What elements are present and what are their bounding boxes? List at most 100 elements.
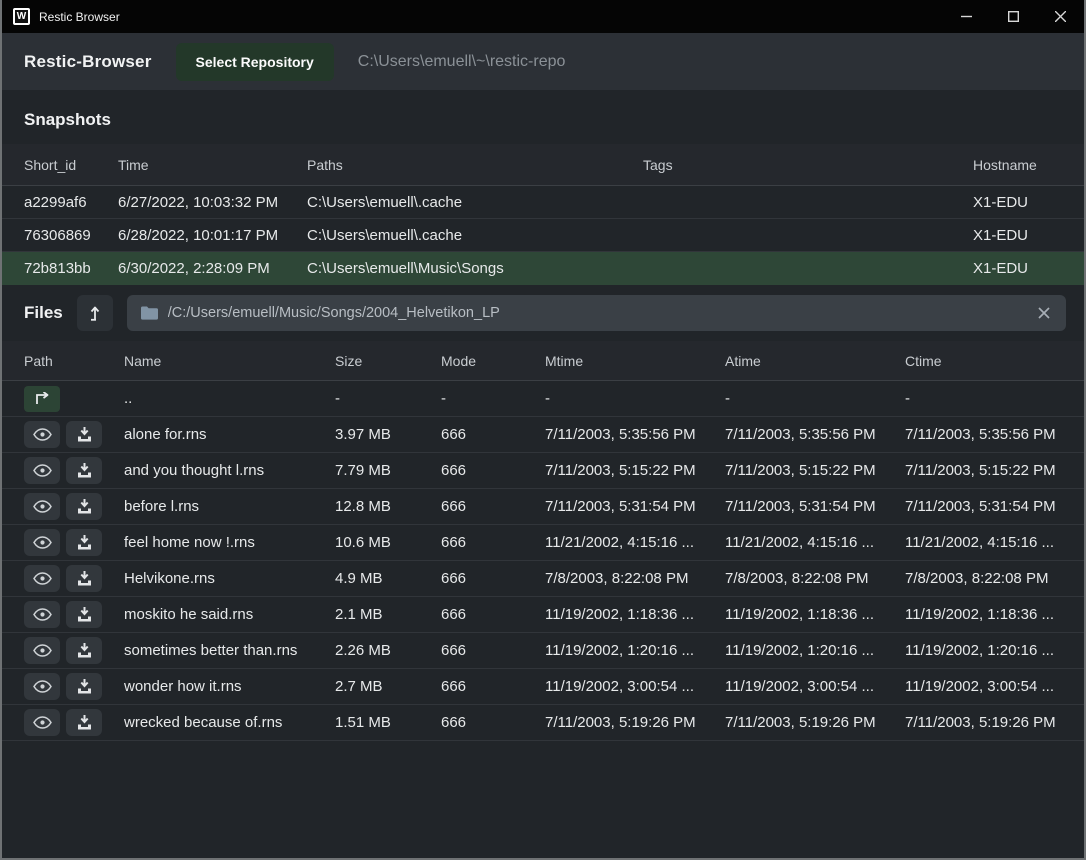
file-cell-size: 7.79 MB <box>335 462 441 479</box>
file-cell-size: 2.7 MB <box>335 678 441 695</box>
parent-dir-row[interactable]: ..----- <box>2 381 1084 417</box>
file-cell-mtime: - <box>545 390 725 407</box>
file-cell-mtime: 7/11/2003, 5:19:26 PM <box>545 714 725 731</box>
download-icon <box>77 715 92 730</box>
file-row[interactable]: Helvikone.rns4.9 MB6667/8/2003, 8:22:08 … <box>2 561 1084 597</box>
download-icon <box>77 499 92 514</box>
file-actions <box>24 565 124 592</box>
file-actions <box>24 529 124 556</box>
file-row[interactable]: wrecked because of.rns1.51 MB6667/11/200… <box>2 705 1084 741</box>
file-cell-mode: 666 <box>441 462 545 479</box>
file-cell-name: before l.rns <box>124 498 335 515</box>
col-header-atime: Atime <box>725 353 905 369</box>
snapshots-heading: Snapshots <box>2 90 1084 144</box>
file-row[interactable]: before l.rns12.8 MB6667/11/2003, 5:31:54… <box>2 489 1084 525</box>
col-header-name: Name <box>124 353 335 369</box>
snapshot-cell-hostname: X1-EDU <box>973 194 1071 211</box>
download-file-button[interactable] <box>66 709 102 736</box>
minimize-button[interactable] <box>943 0 990 33</box>
preview-file-button[interactable] <box>24 565 60 592</box>
preview-file-button[interactable] <box>24 673 60 700</box>
current-path-field[interactable]: /C:/Users/emuell/Music/Songs/2004_Helvet… <box>127 295 1066 331</box>
download-file-button[interactable] <box>66 529 102 556</box>
snapshot-cell-hostname: X1-EDU <box>973 260 1071 277</box>
download-file-button[interactable] <box>66 457 102 484</box>
file-actions <box>24 637 124 664</box>
file-row[interactable]: sometimes better than.rns2.26 MB66611/19… <box>2 633 1084 669</box>
download-icon <box>77 571 92 586</box>
download-file-button[interactable] <box>66 637 102 664</box>
eye-icon <box>33 536 52 549</box>
file-row[interactable]: moskito he said.rns2.1 MB66611/19/2002, … <box>2 597 1084 633</box>
preview-file-button[interactable] <box>24 709 60 736</box>
file-actions <box>24 601 124 628</box>
snapshot-cell-short_id: 72b813bb <box>24 260 118 277</box>
preview-file-button[interactable] <box>24 493 60 520</box>
file-cell-mode: 666 <box>441 534 545 551</box>
file-cell-atime: 7/11/2003, 5:15:22 PM <box>725 462 905 479</box>
clear-x-icon <box>1038 307 1050 319</box>
download-icon <box>77 427 92 442</box>
file-cell-size: 10.6 MB <box>335 534 441 551</box>
file-row[interactable]: feel home now !.rns10.6 MB66611/21/2002,… <box>2 525 1084 561</box>
snapshot-row[interactable]: a2299af66/27/2022, 10:03:32 PMC:\Users\e… <box>2 186 1084 219</box>
snapshots-table-header: Short_id Time Paths Tags Hostname <box>2 144 1084 186</box>
snapshot-row[interactable]: 763068696/28/2022, 10:01:17 PMC:\Users\e… <box>2 219 1084 252</box>
file-cell-name: .. <box>124 390 335 407</box>
file-cell-ctime: 11/19/2002, 1:20:16 ... <box>905 642 1071 659</box>
preview-file-button[interactable] <box>24 529 60 556</box>
file-cell-mtime: 11/21/2002, 4:15:16 ... <box>545 534 725 551</box>
eye-icon <box>33 572 52 585</box>
file-cell-mode: 666 <box>441 498 545 515</box>
download-file-button[interactable] <box>66 493 102 520</box>
download-file-button[interactable] <box>66 601 102 628</box>
file-cell-name: wonder how it.rns <box>124 678 335 695</box>
file-cell-ctime: 7/8/2003, 8:22:08 PM <box>905 570 1071 587</box>
file-cell-mtime: 7/8/2003, 8:22:08 PM <box>545 570 725 587</box>
download-file-button[interactable] <box>66 565 102 592</box>
clear-path-button[interactable] <box>1036 305 1052 321</box>
files-heading: Files <box>24 303 63 323</box>
preview-file-button[interactable] <box>24 601 60 628</box>
close-icon <box>1055 11 1066 22</box>
file-row[interactable]: alone for.rns3.97 MB6667/11/2003, 5:35:5… <box>2 417 1084 453</box>
dump-snapshot-button[interactable] <box>77 295 113 331</box>
snapshot-cell-paths: C:\Users\emuell\.cache <box>307 194 643 211</box>
snapshot-cell-time: 6/30/2022, 2:28:09 PM <box>118 260 307 277</box>
col-header-mtime: Mtime <box>545 353 725 369</box>
file-row[interactable]: wonder how it.rns2.7 MB66611/19/2002, 3:… <box>2 669 1084 705</box>
col-header-time: Time <box>118 157 307 173</box>
col-header-ctime: Ctime <box>905 353 1071 369</box>
minimize-icon <box>961 11 972 22</box>
download-icon <box>77 607 92 622</box>
snapshot-row[interactable]: 72b813bb6/30/2022, 2:28:09 PMC:\Users\em… <box>2 252 1084 285</box>
file-cell-ctime: 7/11/2003, 5:15:22 PM <box>905 462 1071 479</box>
maximize-button[interactable] <box>990 0 1037 33</box>
eye-icon <box>33 716 52 729</box>
file-cell-size: 12.8 MB <box>335 498 441 515</box>
file-actions <box>24 421 124 448</box>
snapshot-cell-paths: C:\Users\emuell\.cache <box>307 227 643 244</box>
download-file-button[interactable] <box>66 673 102 700</box>
folder-icon <box>141 306 158 320</box>
go-parent-button[interactable] <box>24 386 60 412</box>
preview-file-button[interactable] <box>24 457 60 484</box>
restic-browser-window: W Restic Browser Restic-Browser Select R… <box>0 0 1086 860</box>
go-parent-icon <box>34 392 50 405</box>
preview-file-button[interactable] <box>24 637 60 664</box>
app-window-icon: W <box>13 8 30 25</box>
file-actions <box>24 673 124 700</box>
close-button[interactable] <box>1037 0 1084 33</box>
file-cell-atime: 7/11/2003, 5:35:56 PM <box>725 426 905 443</box>
file-row[interactable]: and you thought l.rns7.79 MB6667/11/2003… <box>2 453 1084 489</box>
select-repository-button[interactable]: Select Repository <box>176 43 334 81</box>
window-title: Restic Browser <box>39 10 120 24</box>
files-bar: Files /C:/Users/emuell/Music/Songs/2004_… <box>2 285 1084 341</box>
file-cell-ctime: 11/19/2002, 3:00:54 ... <box>905 678 1071 695</box>
file-cell-size: 3.97 MB <box>335 426 441 443</box>
eye-icon <box>33 428 52 441</box>
preview-file-button[interactable] <box>24 421 60 448</box>
download-file-button[interactable] <box>66 421 102 448</box>
file-cell-mode: 666 <box>441 714 545 731</box>
snapshot-cell-short_id: 76306869 <box>24 227 118 244</box>
